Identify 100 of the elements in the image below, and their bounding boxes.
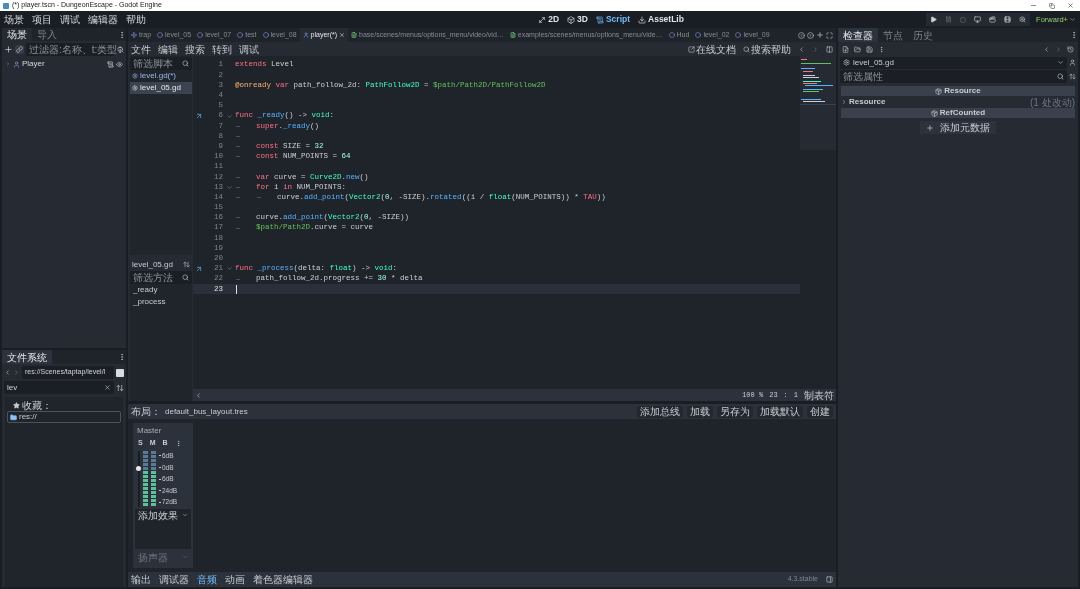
zoom-icon[interactable]: [1019, 16, 1027, 23]
monitor-icon[interactable]: [974, 16, 982, 23]
history-icon[interactable]: [1067, 45, 1074, 53]
close-icon[interactable]: [1067, 2, 1074, 9]
add-metadata-button[interactable]: 添加元数据: [920, 121, 996, 134]
play-icon[interactable]: [930, 16, 938, 23]
panel-tab[interactable]: 场景: [2, 28, 32, 41]
folder-icon: [10, 413, 17, 421]
resource-dropdown[interactable]: level_05.gd: [840, 56, 1067, 69]
toolbar-button[interactable]: 另存为: [717, 405, 753, 418]
toolbar-button[interactable]: 创建: [807, 405, 833, 418]
menu-item[interactable]: 转到: [212, 41, 232, 57]
bottom-tab[interactable]: 着色器编辑器: [253, 572, 313, 587]
script-filter-field[interactable]: 筛选脚本: [130, 57, 192, 70]
method-item[interactable]: _ready: [130, 284, 192, 296]
menu-item[interactable]: 编辑: [158, 41, 178, 57]
panel-icon[interactable]: [826, 576, 833, 583]
workspace-button[interactable]: Script: [595, 13, 630, 26]
bottom-tab[interactable]: 调试器: [159, 572, 189, 587]
indent-mode[interactable]: 制表符: [804, 387, 834, 403]
add-icon[interactable]: [4, 45, 13, 54]
eye-icon[interactable]: [116, 60, 123, 68]
collapse-icon[interactable]: [195, 391, 202, 399]
toolbar-button[interactable]: 加载默认: [757, 405, 803, 418]
workspace-button[interactable]: 3D: [567, 13, 588, 26]
help-button[interactable]: 在线文档: [688, 41, 736, 57]
menu-item[interactable]: 帮助: [126, 12, 146, 27]
circle-icon: [237, 32, 244, 38]
menu-item[interactable]: 调试: [60, 12, 80, 27]
method-item[interactable]: _process: [130, 296, 192, 308]
more-icon[interactable]: [118, 353, 126, 361]
search-field[interactable]: lev: [4, 381, 114, 394]
caret-icon: [182, 512, 188, 518]
menu-item[interactable]: 场景: [4, 12, 24, 27]
split-toggle[interactable]: [116, 368, 124, 377]
circle-icon: [695, 32, 702, 38]
gear-icon: [132, 85, 138, 91]
folder-item[interactable]: res://: [7, 411, 121, 423]
minimize-icon[interactable]: [1030, 2, 1037, 9]
gear-icon: [843, 59, 850, 66]
workspace-button[interactable]: AssetLib: [638, 13, 684, 26]
app-icon: [3, 2, 9, 9]
favorites-label: 收藏：: [22, 398, 52, 413]
more-icon[interactable]: [1070, 31, 1078, 39]
menu-item[interactable]: 编辑器: [88, 12, 118, 27]
film-icon[interactable]: [1004, 16, 1012, 23]
override-icon: [195, 112, 203, 121]
more-icon[interactable]: [116, 45, 124, 54]
section-title: RefCounted: [939, 107, 986, 119]
close-icon[interactable]: [339, 32, 346, 38]
panel-tab[interactable]: 文件系统: [2, 350, 52, 364]
person-icon[interactable]: [1069, 59, 1076, 66]
script-icon[interactable]: [107, 60, 114, 68]
save-icon[interactable]: [866, 45, 873, 53]
tree-item[interactable]: Player: [22, 58, 45, 70]
bottom-tab[interactable]: 音频: [197, 572, 217, 587]
script-list-item[interactable]: level_05.gd: [130, 82, 192, 94]
script-list-item[interactable]: level.gd(*): [130, 70, 192, 82]
gear-icon: [132, 73, 138, 79]
sort-icon[interactable]: [1069, 72, 1076, 80]
panel-icon[interactable]: [826, 45, 833, 53]
add-icon[interactable]: [816, 31, 824, 39]
panel-tab[interactable]: 节点: [878, 28, 908, 42]
help-button[interactable]: 搜索帮助: [743, 41, 791, 57]
toolbar-button[interactable]: 加载: [687, 405, 713, 418]
circle-icon: [157, 32, 164, 38]
section-title: Resource: [944, 85, 981, 97]
bottom-tab[interactable]: 动画: [225, 572, 245, 587]
clear-icon[interactable]: [104, 384, 111, 391]
menu-item[interactable]: 搜索: [185, 41, 205, 57]
method-filter-field[interactable]: 筛选方法: [130, 271, 192, 284]
override-icon: [195, 264, 203, 273]
more-icon[interactable]: [118, 30, 126, 39]
toolbar-button[interactable]: 添加总线: [637, 405, 683, 418]
workspace-button[interactable]: 2D: [538, 13, 560, 26]
menu-item[interactable]: 项目: [32, 12, 52, 27]
back-icon[interactable]: [4, 369, 11, 376]
menu-item[interactable]: 调试: [239, 41, 259, 57]
sort-icon[interactable]: [183, 261, 190, 268]
fullscreen-icon[interactable]: [826, 31, 833, 39]
cube-icon: [930, 109, 938, 117]
sort-icon[interactable]: [116, 383, 124, 392]
next-icon[interactable]: [807, 31, 814, 39]
folder-icon[interactable]: [854, 45, 861, 53]
layout-file: default_bus_layout.tres: [165, 405, 248, 418]
link-button[interactable]: [15, 45, 24, 54]
previous-icon[interactable]: [798, 31, 805, 39]
back-icon[interactable]: [1043, 45, 1050, 53]
property-group[interactable]: Resource (1 处改动): [841, 97, 1075, 107]
property-filter-field[interactable]: 筛选属性: [840, 69, 1067, 83]
back-icon[interactable]: [798, 45, 805, 53]
volume-slider[interactable]: [136, 451, 141, 507]
panel-tab[interactable]: 检查器: [838, 28, 878, 42]
bottom-tab[interactable]: 输出: [131, 572, 151, 587]
clapperboard-icon[interactable]: [989, 16, 997, 23]
menu-item[interactable]: 文件: [131, 41, 151, 57]
panel-tab[interactable]: 导入: [32, 28, 62, 41]
panel-tab[interactable]: 历史: [908, 28, 938, 42]
restore-icon[interactable]: [1049, 2, 1055, 9]
new-file-icon[interactable]: [842, 45, 849, 53]
